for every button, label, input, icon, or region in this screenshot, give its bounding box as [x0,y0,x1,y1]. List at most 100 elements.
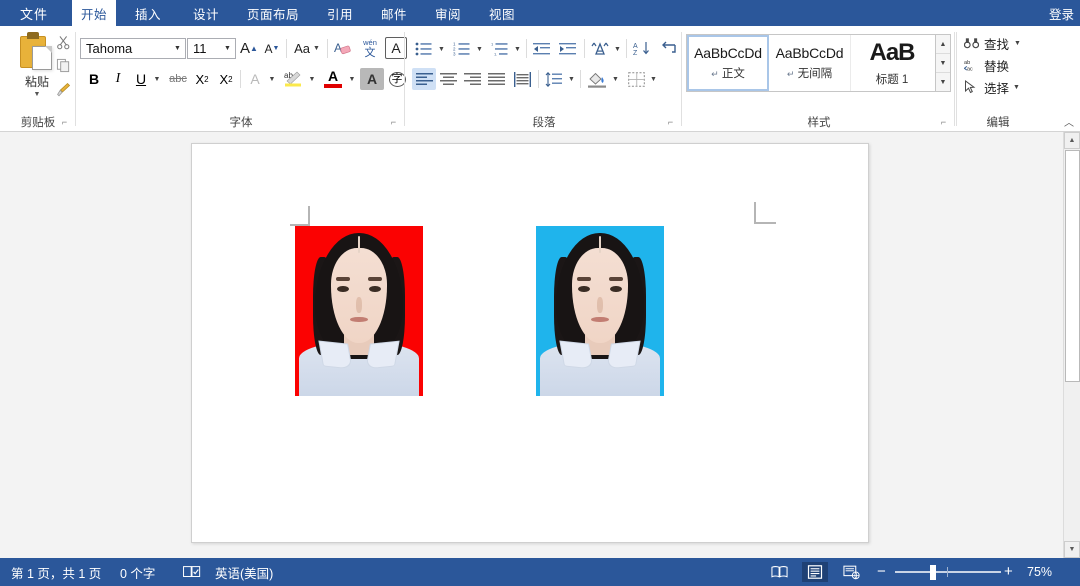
highlight-color-caret[interactable]: ▼ [306,70,318,88]
clear-formatting-button[interactable]: A [331,38,355,59]
asian-layout-caret[interactable]: ▼ [612,40,623,58]
styles-scroll-up-button[interactable]: ▲ [936,35,950,54]
proofing-status-button[interactable] [176,558,208,586]
shading-caret[interactable]: ▼ [610,70,621,88]
underline-dropdown-caret[interactable]: ▼ [151,70,163,88]
styles-dialog-launcher[interactable]: ⌐ [938,117,949,128]
strikethrough-button[interactable]: abc [165,68,191,90]
id-photo-blue[interactable] [536,226,664,396]
font-size-combobox[interactable]: 11 ▼ [187,38,236,59]
distribute-button[interactable] [510,68,534,90]
paragraph-dialog-launcher[interactable]: ⌐ [665,117,676,128]
zoom-slider-thumb[interactable] [930,565,936,580]
zoom-out-button[interactable]: − [877,563,886,580]
bold-button[interactable]: B [83,68,105,90]
text-effects-caret[interactable]: ▼ [266,70,278,88]
styles-scroll-down-button[interactable]: ▼ [936,54,950,73]
bullets-caret[interactable]: ▼ [436,40,447,58]
tab-file[interactable]: 文件 [0,0,68,26]
print-layout-view-button[interactable] [802,562,828,582]
character-shading-button[interactable]: A [360,68,384,90]
line-spacing-button[interactable] [542,68,566,90]
sort-az-icon: A Z [633,41,651,56]
font-color-button[interactable]: A [320,66,346,90]
multilevel-list-button[interactable]: 1 1. [488,38,512,59]
tab-mailings[interactable]: 邮件 [372,0,416,26]
align-right-button[interactable] [460,68,484,90]
asian-layout-button[interactable] [588,38,612,59]
tab-view[interactable]: 视图 [480,0,524,26]
web-layout-view-button[interactable] [838,562,864,582]
cut-button[interactable] [50,31,76,54]
text-highlight-button[interactable]: ab [280,66,306,90]
italic-button[interactable]: I [107,68,129,90]
document-canvas[interactable] [0,132,1080,558]
format-painter-button[interactable] [50,78,76,101]
multilevel-caret[interactable]: ▼ [512,40,523,58]
id-photo-red[interactable] [295,226,423,396]
justify-button[interactable] [484,68,508,90]
styles-more-button[interactable]: ▼ [936,73,950,92]
tab-review[interactable]: 审阅 [426,0,470,26]
phonetic-guide-button[interactable]: wén 文 [357,35,383,61]
decrease-indent-button[interactable] [530,38,554,59]
tab-references[interactable]: 引用 [318,0,362,26]
language-indicator[interactable]: 英语(美国) [208,558,280,586]
collapse-ribbon-button[interactable]: ︿ [1064,114,1074,129]
font-name-combobox[interactable]: Tahoma ▼ [80,38,186,59]
chevron-down-icon[interactable]: ▼ [170,45,185,52]
zoom-slider-track[interactable] [895,571,1001,573]
document-page[interactable] [191,143,869,543]
chevron-down-icon[interactable]: ▼ [220,45,235,52]
superscript-button[interactable]: X2 [215,68,237,90]
scroll-up-button[interactable]: ▲ [1064,132,1080,149]
bullets-button[interactable] [412,38,436,59]
tab-home[interactable]: 开始 [72,0,116,26]
clipboard-dialog-launcher[interactable]: ⌐ [59,117,70,128]
scroll-down-button[interactable]: ▼ [1064,541,1080,558]
copy-button[interactable] [50,54,76,77]
font-color-caret[interactable]: ▼ [346,70,358,88]
increase-indent-button[interactable] [556,38,580,59]
tab-insert[interactable]: 插入 [126,0,170,26]
scrollbar-thumb[interactable] [1065,150,1080,382]
read-mode-view-button[interactable] [766,562,792,582]
paste-dropdown-caret[interactable]: ▼ [34,91,41,98]
style-item-normal[interactable]: AaBbCcDd ↵ 正文 [687,35,769,91]
sort-button[interactable]: A Z [630,38,654,59]
style-item-no-spacing[interactable]: AaBbCcDd ↵ 无间隔 [769,35,851,91]
underline-button[interactable]: U [131,68,151,90]
shrink-font-button[interactable]: A▼ [261,38,283,59]
font-dialog-launcher[interactable]: ⌐ [388,117,399,128]
text-effects-button[interactable]: A [244,68,266,90]
chevron-down-icon[interactable]: ▼ [313,45,320,52]
sign-in-button[interactable]: 登录 [1049,0,1074,26]
style-item-heading-1[interactable]: AaB 标题 1 [851,35,933,91]
page-indicator[interactable]: 第 1 页，共 1 页 [4,558,108,586]
borders-button[interactable] [624,68,648,90]
borders-caret[interactable]: ▼ [648,70,659,88]
styles-group-label: 样式 [683,114,955,130]
grow-font-button[interactable]: A▲ [238,38,260,59]
tab-page-layout[interactable]: 页面布局 [238,0,308,26]
line-spacing-caret[interactable]: ▼ [566,70,577,88]
numbering-caret[interactable]: ▼ [474,40,485,58]
multilevel-list-icon: 1 1. [491,41,509,57]
shading-button[interactable] [584,68,610,90]
align-left-button[interactable] [412,68,436,90]
zoom-in-button[interactable]: + [1004,563,1013,580]
align-center-button[interactable] [436,68,460,90]
zoom-level-button[interactable]: 75% [1027,558,1052,586]
vertical-scrollbar[interactable]: ▲ ▼ [1063,132,1080,558]
select-button[interactable]: 选择 ▼ [964,76,1020,98]
show-paragraph-marks-button[interactable] [656,38,680,59]
replace-button[interactable]: ab ac 替换 [964,54,1009,76]
find-button[interactable]: 查找 ▼ [964,32,1021,54]
change-case-button[interactable]: Aa ▼ [290,38,324,59]
select-caret[interactable]: ▼ [1013,84,1020,91]
tab-design[interactable]: 设计 [184,0,228,26]
word-count[interactable]: 0 个字 [113,558,162,586]
numbering-button[interactable]: 1 2 3 [450,38,474,59]
find-caret[interactable]: ▼ [1014,40,1021,47]
subscript-button[interactable]: X2 [191,68,213,90]
